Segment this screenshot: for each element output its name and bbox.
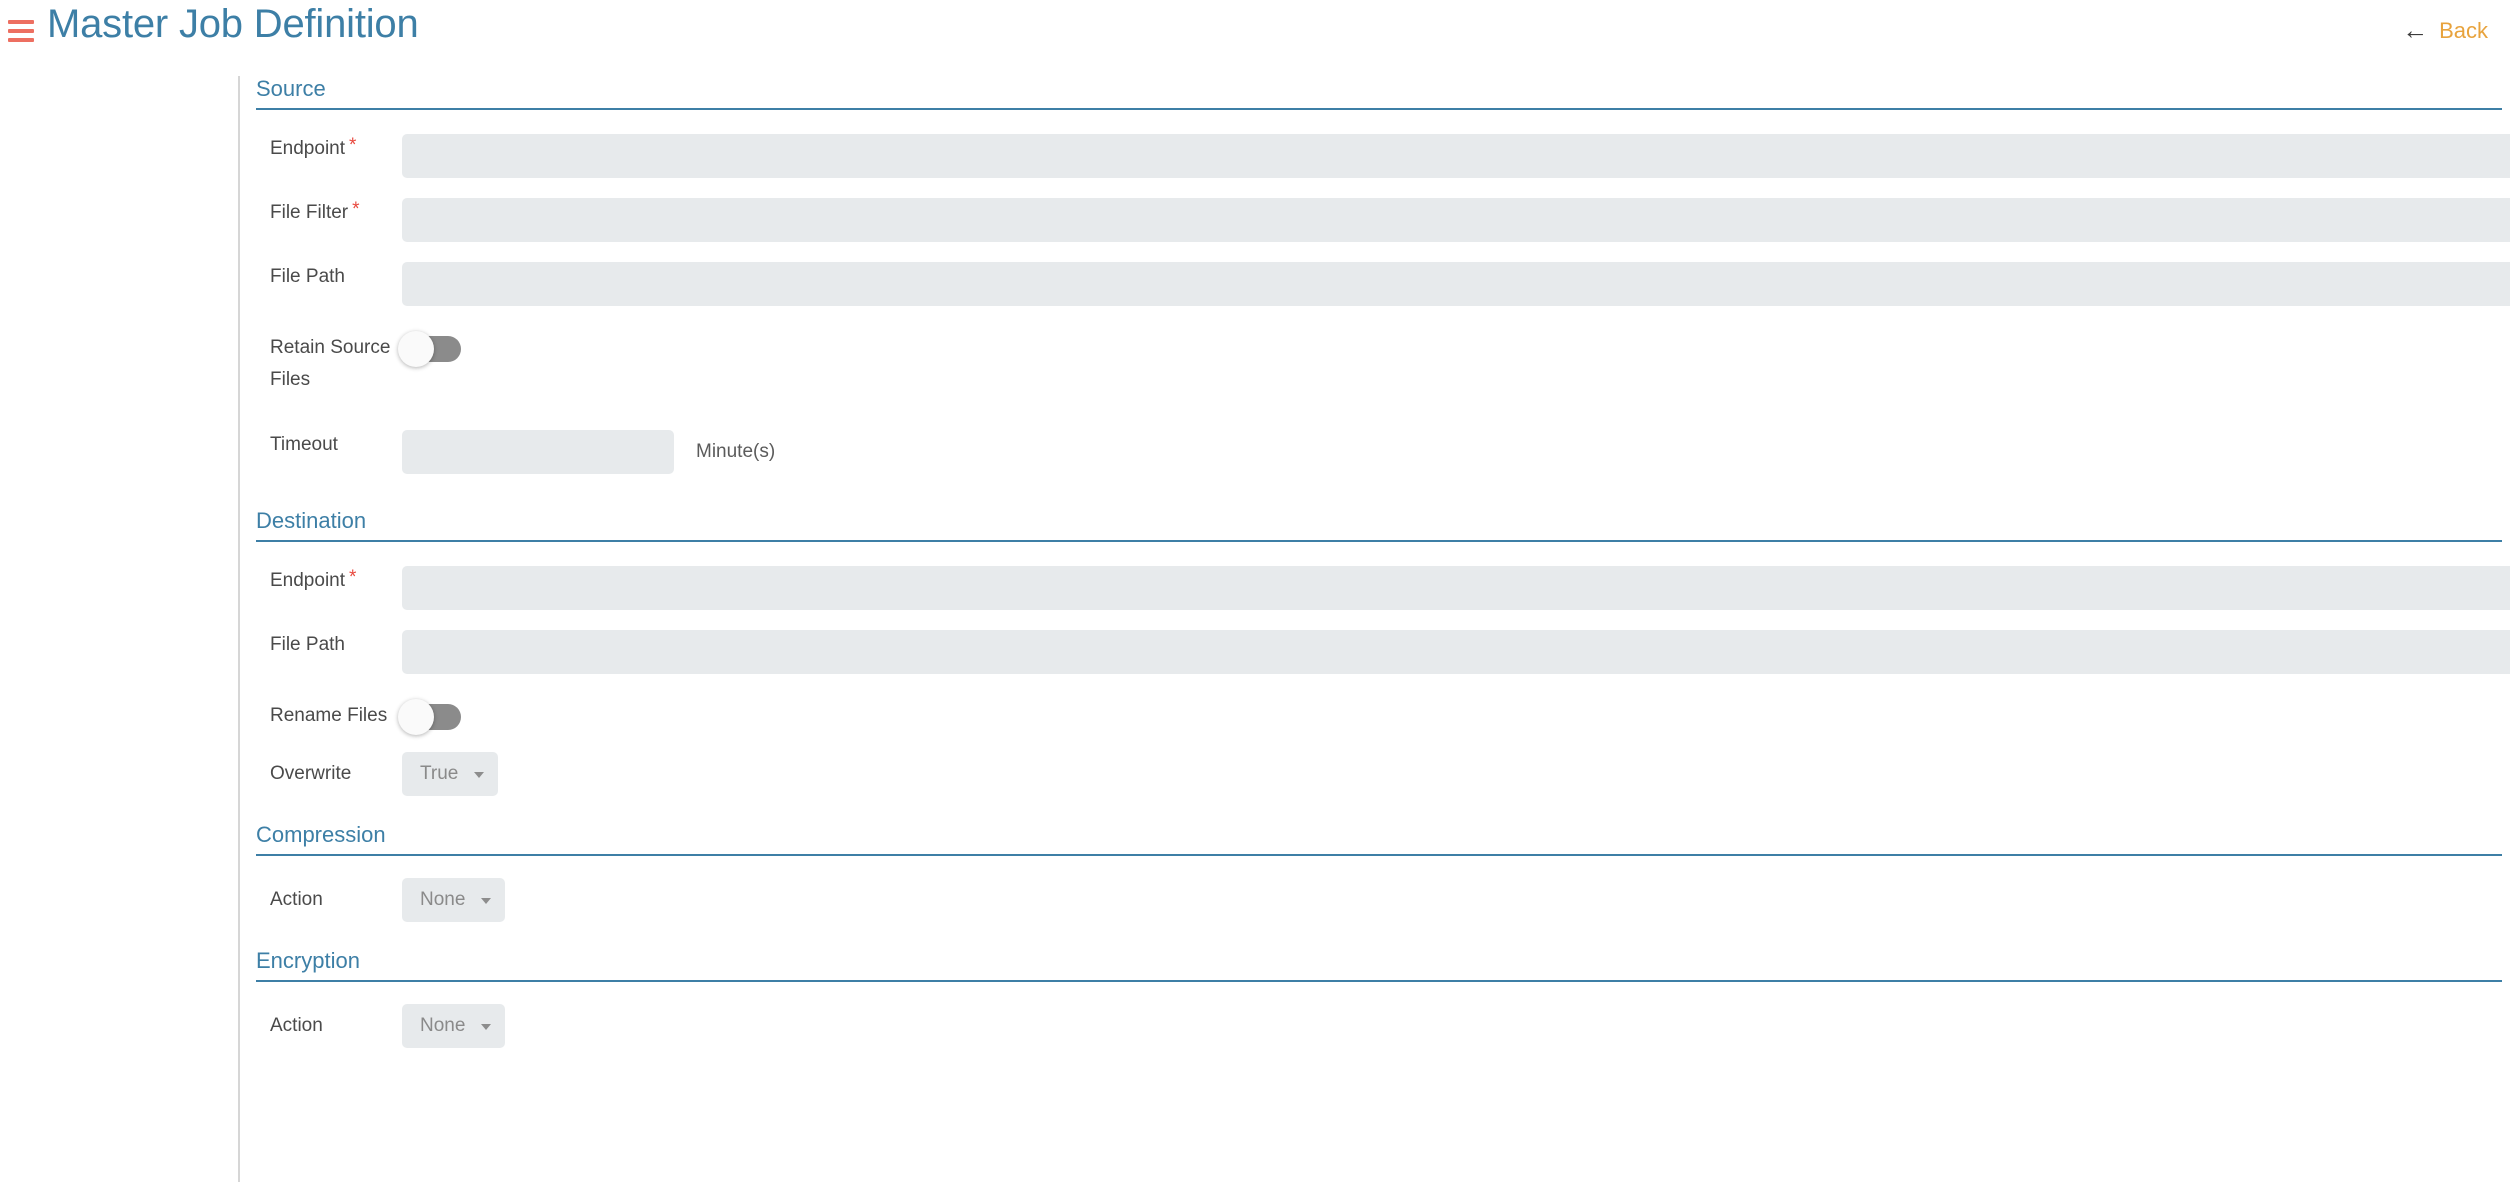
select-encryption-action-value: None: [420, 1015, 466, 1036]
label-rename-files: Rename Files: [256, 700, 402, 732]
section-title-encryption: Encryption: [256, 948, 360, 973]
section-encryption-header: Encryption: [256, 948, 2510, 982]
select-encryption-action[interactable]: None: [402, 1004, 506, 1048]
label-encryption-action: Action: [256, 1004, 402, 1048]
select-overwrite[interactable]: True: [402, 752, 499, 796]
back-button[interactable]: ← Back: [2402, 14, 2488, 45]
select-compression-action[interactable]: None: [402, 878, 506, 922]
label-text: Overwrite: [270, 763, 352, 784]
select-compression-action-value: None: [420, 889, 466, 910]
label-source-file-path: File Path: [256, 262, 402, 292]
label-source-file-filter: File Filter *: [256, 198, 402, 228]
label-destination-file-path: File Path: [256, 630, 402, 660]
toggle-knob: [398, 699, 434, 735]
label-compression-action: Action: [256, 878, 402, 922]
section-title-destination: Destination: [256, 508, 367, 533]
label-overwrite: Overwrite: [256, 752, 402, 796]
section-source-header: Source: [256, 76, 2510, 110]
field-row-rename-files: Rename Files: [256, 699, 2510, 735]
hamburger-bar: [8, 38, 34, 42]
chevron-down-icon: [481, 1023, 492, 1030]
select-overwrite-value: True: [420, 763, 459, 784]
input-source-file-path[interactable]: [402, 262, 2510, 306]
job-definition-form: Source Endpoint * File Filter * File Path …: [238, 76, 2510, 1182]
section-divider: [256, 854, 2502, 856]
field-row-destination-endpoint: Endpoint *: [256, 566, 2510, 610]
field-row-source-file-filter: File Filter *: [256, 198, 2510, 242]
label-text: Endpoint: [270, 138, 346, 159]
required-asterisk: *: [352, 199, 360, 220]
label-text: Retain Source Files: [270, 337, 391, 390]
field-row-compression-action: Action None: [256, 878, 2510, 922]
field-row-source-file-path: File Path: [256, 262, 2510, 306]
top-bar: Master Job Definition ← Back: [0, 0, 2510, 76]
input-destination-file-path[interactable]: [402, 630, 2510, 674]
input-destination-endpoint[interactable]: [402, 566, 2510, 610]
hamburger-bar: [8, 29, 34, 33]
label-text: Endpoint: [270, 570, 346, 591]
arrow-left-icon: ←: [2402, 14, 2429, 45]
section-title-compression: Compression: [256, 822, 386, 847]
label-retain-source-files: Retain Source Files: [256, 332, 402, 396]
section-divider: [256, 108, 2502, 110]
back-button-label: Back: [2439, 18, 2488, 43]
label-text: File Path: [270, 634, 345, 655]
field-row-overwrite: Overwrite True: [256, 752, 2510, 796]
required-asterisk: *: [349, 135, 357, 156]
field-row-encryption-action: Action None: [256, 1004, 2510, 1048]
label-text: Timeout: [270, 434, 338, 455]
section-destination-header: Destination: [256, 508, 2510, 542]
label-source-endpoint: Endpoint *: [256, 134, 402, 164]
section-title-source: Source: [256, 76, 326, 101]
input-source-file-filter[interactable]: [402, 198, 2510, 242]
page-title: Master Job Definition: [47, 2, 419, 46]
chevron-down-icon: [474, 771, 485, 778]
label-text: Action: [270, 1015, 323, 1036]
suffix-minutes: Minute(s): [696, 441, 776, 462]
field-row-destination-file-path: File Path: [256, 630, 2510, 674]
toggle-retain-source-files[interactable]: [398, 331, 461, 367]
field-row-source-timeout: Timeout Minute(s): [256, 430, 2510, 474]
field-row-source-endpoint: Endpoint *: [256, 134, 2510, 178]
label-text: File Filter: [270, 202, 349, 223]
section-divider: [256, 540, 2502, 542]
toggle-knob: [398, 331, 434, 367]
label-text: Action: [270, 889, 323, 910]
chevron-down-icon: [481, 897, 492, 904]
hamburger-bar: [8, 20, 34, 24]
field-row-retain-source-files: Retain Source Files: [256, 331, 2510, 396]
input-source-timeout[interactable]: [402, 430, 674, 474]
toggle-rename-files[interactable]: [398, 699, 461, 735]
section-compression-header: Compression: [256, 822, 2510, 856]
hamburger-icon[interactable]: [8, 20, 34, 42]
label-text: File Path: [270, 266, 345, 287]
input-source-endpoint[interactable]: [402, 134, 2510, 178]
label-source-timeout: Timeout: [256, 430, 402, 460]
label-destination-endpoint: Endpoint *: [256, 566, 402, 596]
section-divider: [256, 980, 2502, 982]
required-asterisk: *: [349, 567, 357, 588]
label-text: Rename Files: [270, 705, 388, 726]
